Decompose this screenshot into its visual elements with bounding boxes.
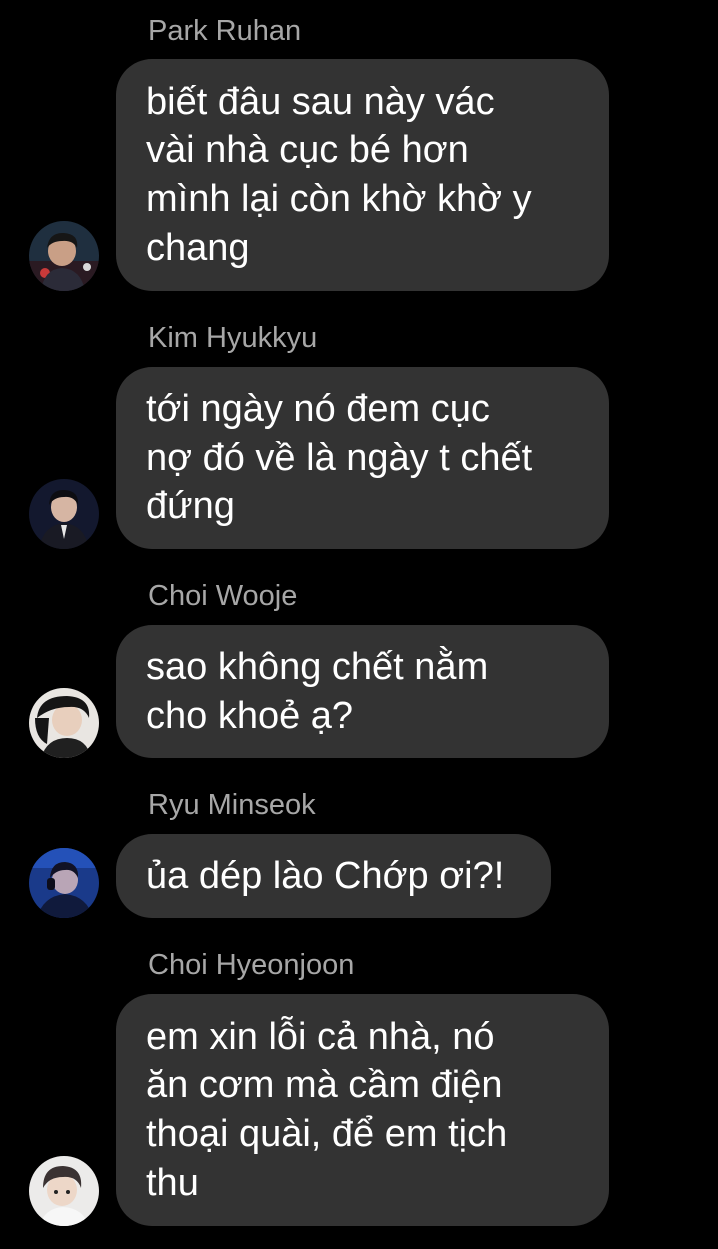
sender-name: Ryu Minseok bbox=[148, 789, 316, 821]
avatar-icon[interactable] bbox=[29, 221, 99, 291]
sender-name: Kim Hyukkyu bbox=[148, 322, 318, 354]
sender-name: Park Ruhan bbox=[148, 15, 302, 47]
message-bubble[interactable]: sao không chết nằm cho khoẻ ạ? bbox=[116, 625, 609, 758]
avatar-icon[interactable] bbox=[29, 479, 99, 549]
message-bubble[interactable]: tới ngày nó đem cục nợ đó về là ngày t c… bbox=[116, 367, 609, 549]
message-text: tới ngày nó đem cục nợ đó về là ngày t c… bbox=[146, 388, 533, 528]
message-bubble[interactable]: biết đâu sau này vác vài nhà cục bé hơn … bbox=[116, 59, 609, 291]
message-text: ủa dép lào Chớp ơi?! bbox=[146, 854, 505, 897]
avatar-icon[interactable] bbox=[29, 848, 99, 918]
message-text: em xin lỗi cả nhà, nó ăn cơm mà cầm điện… bbox=[146, 1015, 508, 1204]
avatar-icon[interactable] bbox=[29, 688, 99, 758]
avatar-icon[interactable] bbox=[29, 1156, 99, 1226]
message-text: biết đâu sau này vác vài nhà cục bé hơn … bbox=[146, 80, 532, 269]
message-bubble[interactable]: em xin lỗi cả nhà, nó ăn cơm mà cầm điện… bbox=[116, 994, 609, 1226]
sender-name: Choi Hyeonjoon bbox=[148, 949, 355, 981]
message-text: sao không chết nằm cho khoẻ ạ? bbox=[146, 645, 489, 737]
sender-name: Choi Wooje bbox=[148, 580, 298, 612]
message-bubble[interactable]: ủa dép lào Chớp ơi?! bbox=[116, 834, 551, 918]
